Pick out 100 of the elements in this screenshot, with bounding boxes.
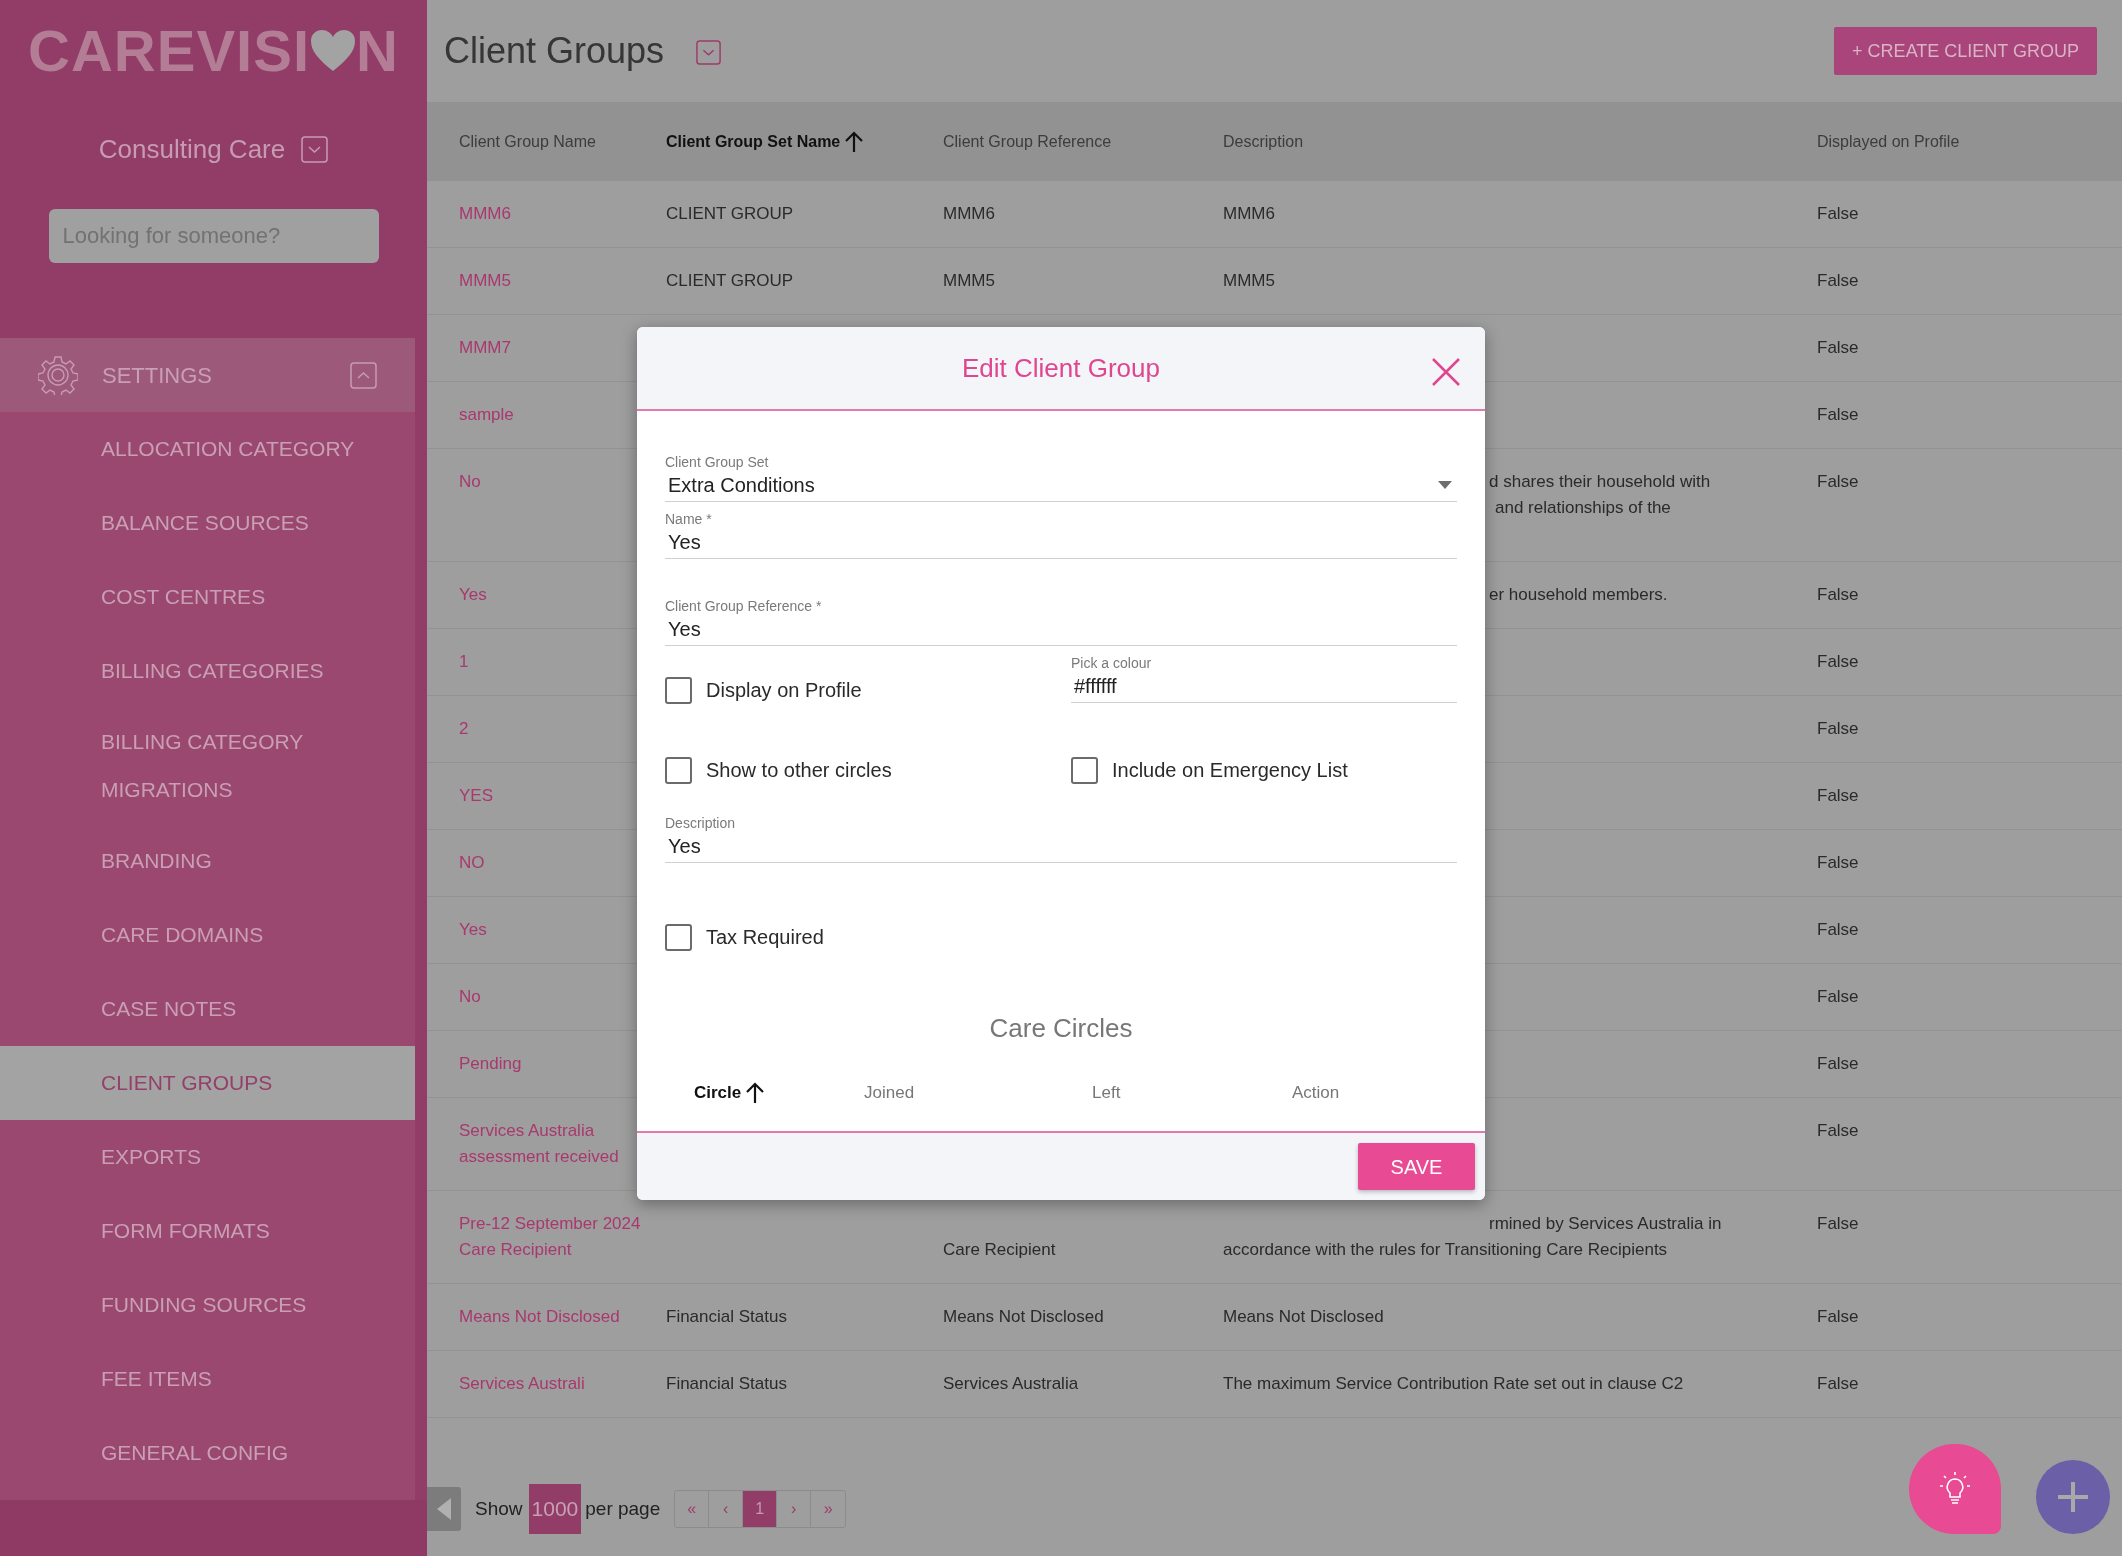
column-header[interactable]: Client Group Set Name	[666, 129, 865, 154]
table-cell: False	[1817, 853, 1859, 872]
table-cell: CLIENT GROUP	[666, 204, 794, 223]
per-page-label: per page	[585, 1496, 661, 1521]
table-cell: False	[1817, 920, 1859, 939]
table-cell: False	[1817, 1374, 1859, 1393]
checkbox[interactable]: Tax Required	[665, 922, 824, 952]
page-button[interactable]: 1	[743, 1491, 778, 1527]
table-cell: False	[1817, 405, 1859, 424]
sort-arrow-icon	[745, 1081, 766, 1104]
table-cell-text: MMM5	[943, 270, 996, 292]
text-field[interactable]: Yes	[665, 615, 1457, 646]
table-cell-text: MMM5	[1223, 270, 1275, 292]
sidebar-item[interactable]: FORM FORMATS	[0, 1194, 415, 1268]
column-header[interactable]: Client Group Name	[459, 129, 596, 154]
table-cell-text: The maximum Service Contribution Rate set out in clause C2	[1223, 1373, 1684, 1395]
sidebar-item[interactable]: CASE NOTES	[0, 972, 415, 1046]
table-cell-text: Care Recipient	[943, 1239, 1057, 1261]
table-cell-text: rmined by Services Australia in	[1489, 1213, 1722, 1235]
table-cell: False	[1817, 585, 1859, 604]
text-field[interactable]: Yes	[665, 832, 1457, 863]
table-cell: False	[1817, 1054, 1859, 1073]
table-cell: False	[1817, 987, 1859, 1006]
client-group-link[interactable]: Services Australi	[459, 1371, 656, 1397]
client-group-link[interactable]: MMM6	[459, 201, 656, 227]
page-button[interactable]: ›	[777, 1491, 812, 1527]
table-cell: CLIENT GROUP	[666, 271, 794, 290]
sidebar-item[interactable]: BRANDING	[0, 824, 415, 898]
column-header[interactable]: Joined	[864, 1080, 915, 1106]
table-cell-text: d shares their household with	[1489, 471, 1711, 493]
checkbox[interactable]: Include on Emergency List	[1071, 755, 1348, 785]
client-group-link[interactable]: Pre-12 September 2024 Care Recipient	[459, 1211, 656, 1263]
collapse-sidebar-button[interactable]	[427, 1487, 461, 1531]
column-header[interactable]: Action	[1292, 1080, 1340, 1106]
save-button[interactable]: SAVE	[1358, 1143, 1475, 1190]
page-title: Client Groups	[444, 29, 665, 73]
collapse-icon[interactable]	[350, 361, 377, 389]
page-button[interactable]: »	[811, 1491, 846, 1527]
select-field[interactable]: Client Group Set Extra Conditions	[665, 453, 1457, 502]
table-cell-text: Services Australia	[943, 1373, 1080, 1395]
table-cell: False	[1817, 204, 1859, 223]
plus-icon	[2056, 1480, 2090, 1514]
close-button[interactable]	[1431, 357, 1461, 387]
table-cell: Financial Status	[666, 1307, 787, 1326]
organization-name: Consulting Care	[98, 133, 286, 166]
sidebar-item[interactable]: EXPORTS	[0, 1120, 415, 1194]
table-cell-text: and relationships of the	[1495, 497, 1671, 519]
text-field[interactable]: Yes	[665, 528, 1457, 559]
column-header[interactable]: Displayed on Profile	[1817, 129, 1960, 154]
table-cell: Financial Status	[666, 1374, 787, 1393]
sidebar-item[interactable]: BALANCE SOURCES	[0, 486, 415, 560]
field-label: Pick a colour	[1071, 654, 1153, 672]
field-label: Description	[665, 814, 737, 832]
sidebar-item[interactable]: FUNDING SOURCES	[0, 1268, 415, 1342]
field-label: Client Group Reference *	[665, 597, 823, 615]
text-field[interactable]: #ffffff	[1071, 672, 1457, 703]
logo: CAREVISI N	[28, 17, 399, 85]
sort-arrow-icon	[844, 130, 865, 153]
settings-header[interactable]: SETTINGS	[0, 338, 415, 412]
table-cell: False	[1817, 1214, 1859, 1233]
heart-icon	[310, 29, 357, 73]
show-label: Show	[475, 1496, 523, 1521]
client-group-link[interactable]: MMM5	[459, 268, 656, 294]
checkbox[interactable]: Show to other circles	[665, 755, 892, 785]
checkbox[interactable]: Display on Profile	[665, 675, 862, 705]
column-header[interactable]: Client Group Reference	[943, 129, 1112, 154]
column-header[interactable]: Circle	[694, 1080, 766, 1106]
table-cell: False	[1817, 652, 1859, 671]
table-cell-text: MMM6	[943, 203, 996, 225]
dropdown-icon[interactable]	[301, 136, 329, 163]
sidebar-item[interactable]: BILLING CATEGORIES	[0, 634, 415, 708]
per-page-field[interactable]: 1000	[528, 1484, 582, 1534]
section-title: Care Circles	[988, 1012, 1134, 1045]
column-header[interactable]: Description	[1223, 129, 1304, 154]
table-cell: False	[1817, 1121, 1859, 1140]
settings-label: SETTINGS	[102, 361, 213, 390]
field-label: Name *	[665, 510, 713, 528]
left-triangle-icon	[436, 1497, 452, 1521]
create-client-group-button[interactable]: + CREATE CLIENT GROUP	[1834, 27, 2097, 75]
table-cell-text: MMM6	[1223, 203, 1275, 225]
sidebar-item[interactable]: FEE ITEMS	[0, 1342, 415, 1416]
table-cell: False	[1817, 472, 1859, 491]
sidebar-item[interactable]: ALLOCATION CATEGORY	[0, 412, 415, 486]
table-cell: False	[1817, 719, 1859, 738]
sidebar-item[interactable]: BILLING CATEGORY MIGRATIONS	[0, 708, 415, 824]
sidebar-item[interactable]: GENERAL CONFIG	[0, 1416, 415, 1490]
sidebar-item[interactable]: COST CENTRES	[0, 560, 415, 634]
table-cell-text: Means Not Disclosed	[1223, 1306, 1384, 1328]
settings-icon	[38, 355, 78, 395]
close-icon	[1432, 358, 1460, 386]
page-button[interactable]: «	[675, 1491, 710, 1527]
table-cell-text: Means Not Disclosed	[943, 1306, 1105, 1328]
column-header[interactable]: Left	[1092, 1080, 1121, 1106]
dropdown-caret-icon	[1437, 480, 1453, 490]
client-group-link[interactable]: Means Not Disclosed	[459, 1304, 656, 1330]
sidebar-item[interactable]: CLIENT GROUPS	[0, 1046, 415, 1120]
table-cell-text: er household members.	[1489, 584, 1668, 606]
sidebar-item[interactable]: CARE DOMAINS	[0, 898, 415, 972]
dropdown-icon[interactable]	[696, 39, 722, 65]
table-cell: False	[1817, 1307, 1859, 1326]
